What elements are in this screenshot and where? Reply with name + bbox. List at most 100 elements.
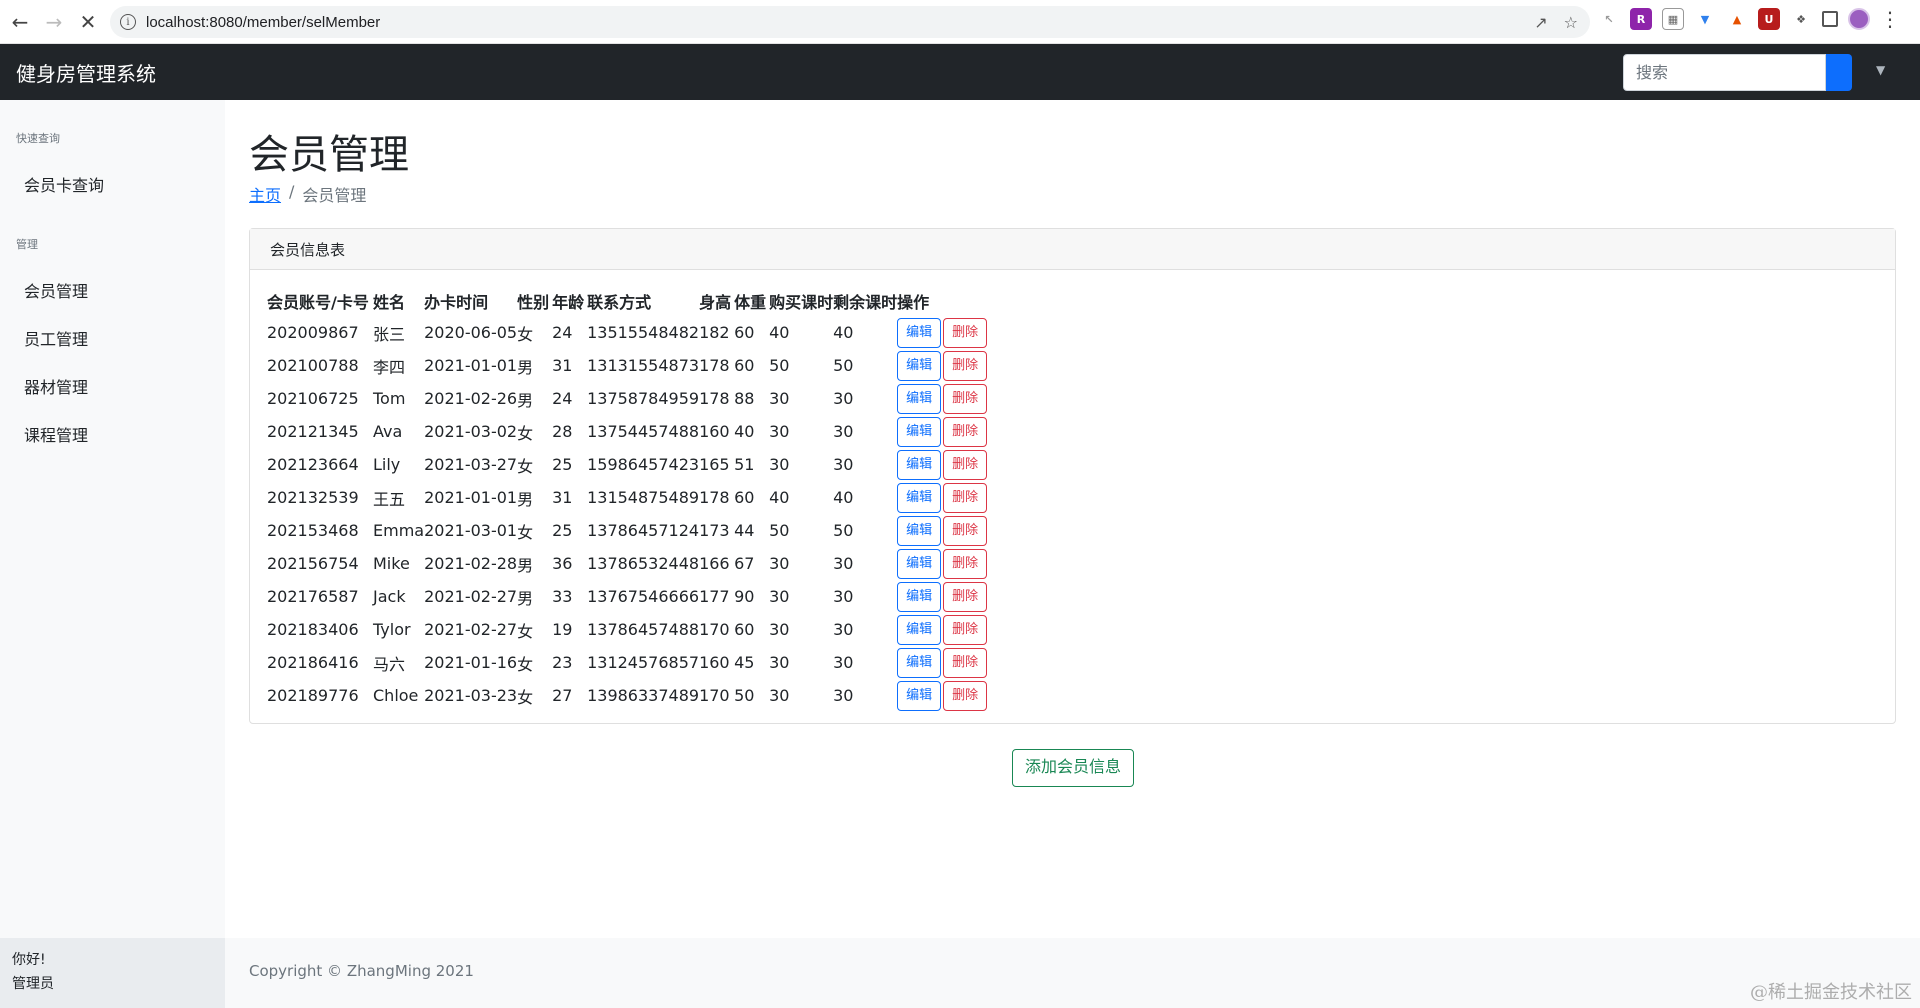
- edit-button[interactable]: 编辑: [897, 515, 942, 546]
- warning-extension-icon[interactable]: ▲: [1726, 8, 1748, 30]
- site-info-icon[interactable]: i: [120, 14, 136, 30]
- sidebar-item-equipment[interactable]: 器材管理: [24, 374, 88, 398]
- browser-menu-icon[interactable]: ⋮: [1880, 9, 1900, 29]
- table-cell: 40: [769, 488, 790, 507]
- table-cell: Tom: [373, 389, 406, 408]
- delete-button[interactable]: 删除: [943, 317, 988, 348]
- delete-button[interactable]: 删除: [943, 647, 988, 678]
- stop-loading-icon[interactable]: ✕: [74, 8, 102, 36]
- search-input[interactable]: [1623, 54, 1826, 91]
- edit-button[interactable]: 编辑: [897, 317, 942, 348]
- grid-extension-icon[interactable]: ▦: [1662, 8, 1684, 30]
- delete-button[interactable]: 删除: [943, 350, 988, 381]
- sidebar-footer: 你好! 管理员: [0, 938, 225, 1008]
- user-dropdown-caret-icon[interactable]: ▼: [1876, 63, 1885, 77]
- card-body: 会员账号/卡号 姓名 办卡时间 性别 年龄 联系方式 身高 体重 购买课时 剩余课时 操作 2020…: [250, 270, 1895, 728]
- card-header: 会员信息表: [250, 229, 1895, 270]
- edit-button[interactable]: 编辑: [897, 680, 942, 711]
- table-cell: 30: [833, 389, 854, 408]
- table-cell: 30: [769, 653, 790, 672]
- delete-button[interactable]: 删除: [943, 383, 988, 414]
- table-cell: Emma: [373, 521, 425, 540]
- table-cell: 60: [734, 620, 755, 639]
- breadcrumb-home-link[interactable]: 主页: [249, 182, 281, 206]
- edit-button[interactable]: 编辑: [897, 614, 942, 645]
- delete-button[interactable]: 删除: [943, 449, 988, 480]
- table-cell: 170: [699, 620, 730, 639]
- edit-button[interactable]: 编辑: [897, 416, 942, 447]
- table-cell: 女: [517, 687, 534, 707]
- table-cell: 30: [769, 389, 790, 408]
- purple-extension-icon[interactable]: R: [1630, 8, 1652, 30]
- delete-button[interactable]: 删除: [943, 581, 988, 612]
- actions-cell: 编辑 删除: [897, 646, 1007, 679]
- actions-cell: 编辑 删除: [897, 547, 1007, 580]
- table-cell: 13786457124: [587, 521, 700, 540]
- breadcrumb: 主页 / 会员管理: [249, 182, 366, 206]
- edit-button[interactable]: 编辑: [897, 647, 942, 678]
- table-cell: 13131554873: [587, 356, 700, 375]
- edit-button[interactable]: 编辑: [897, 482, 942, 513]
- sidebar-item-courses[interactable]: 课程管理: [24, 422, 88, 446]
- table-cell: 202132539: [267, 488, 359, 507]
- puzzle-icon[interactable]: ❖: [1790, 8, 1812, 30]
- side-panel-icon[interactable]: [1822, 11, 1838, 27]
- edit-button[interactable]: 编辑: [897, 350, 942, 381]
- table-row: 202123664 Lily 2021-03-27 女 25 15986457423 165…: [267, 448, 1007, 481]
- cursor-extension-icon[interactable]: ↖: [1598, 8, 1620, 30]
- table-row: 202132539 王五 2021-01-01 男 31 13154875489 178 60…: [267, 481, 1007, 514]
- table-cell: 178: [699, 488, 730, 507]
- delete-button[interactable]: 删除: [943, 614, 988, 645]
- table-cell: 2021-03-02: [424, 422, 518, 441]
- table-cell: 178: [699, 356, 730, 375]
- add-member-button[interactable]: 添加会员信息: [1012, 749, 1135, 787]
- column-header: 姓名: [373, 293, 406, 312]
- table-cell: 30: [833, 653, 854, 672]
- sidebar-item-card-query[interactable]: 会员卡查询: [24, 172, 104, 196]
- edit-button[interactable]: 编辑: [897, 548, 942, 579]
- shield-extension-icon[interactable]: U: [1758, 8, 1780, 30]
- actions-cell: 编辑 删除: [897, 316, 1007, 349]
- edit-button[interactable]: 编辑: [897, 383, 942, 414]
- delete-button[interactable]: 删除: [943, 482, 988, 513]
- profile-avatar[interactable]: [1848, 8, 1870, 30]
- table-cell: 2021-02-27: [424, 620, 518, 639]
- delete-button[interactable]: 删除: [943, 680, 988, 711]
- brand-title[interactable]: 健身房管理系统: [16, 58, 156, 87]
- search-button[interactable]: [1826, 54, 1852, 91]
- table-row: 202183406 Tylor 2021-02-27 女 19 13786457488 17…: [267, 613, 1007, 646]
- edit-button[interactable]: 编辑: [897, 581, 942, 612]
- delete-button[interactable]: 删除: [943, 548, 988, 579]
- table-cell: 2021-03-23: [424, 686, 518, 705]
- url-text[interactable]: localhost:8080/member/selMember: [146, 14, 380, 31]
- table-cell: 30: [833, 686, 854, 705]
- breadcrumb-current: 会员管理: [302, 186, 367, 205]
- column-header: 剩余课时: [833, 293, 898, 312]
- table-cell: 2021-02-27: [424, 587, 518, 606]
- table-cell: 165: [699, 455, 730, 474]
- table-cell: 13786532448: [587, 554, 700, 573]
- edit-button[interactable]: 编辑: [897, 449, 942, 480]
- delete-button[interactable]: 删除: [943, 416, 988, 447]
- table-cell: 45: [734, 653, 755, 672]
- column-header: 年龄: [552, 293, 585, 312]
- share-icon[interactable]: ↗: [1534, 13, 1547, 32]
- address-bar[interactable]: i localhost:8080/member/selMember ↗ ☆: [110, 6, 1590, 38]
- back-arrow-icon[interactable]: ←: [6, 8, 34, 36]
- table-row: 202106725 Tom 2021-02-26 男 24 13758784959 178 8…: [267, 382, 1007, 415]
- delete-button[interactable]: 删除: [943, 515, 988, 546]
- layers-extension-icon[interactable]: ▼: [1694, 8, 1716, 30]
- table-cell: 30: [833, 587, 854, 606]
- column-header: 联系方式: [587, 293, 652, 312]
- bookmark-star-icon[interactable]: ☆: [1564, 13, 1578, 32]
- table-cell: 王五: [373, 489, 406, 509]
- forward-arrow-icon[interactable]: →: [40, 8, 68, 36]
- sidebar-item-members[interactable]: 会员管理: [24, 278, 88, 302]
- table-cell: 张三: [373, 324, 406, 344]
- table-cell: 2021-01-01: [424, 488, 518, 507]
- table-cell: 50: [734, 686, 755, 705]
- table-cell: 50: [769, 521, 790, 540]
- actions-cell: 编辑 删除: [897, 679, 1007, 712]
- table-cell: 男: [517, 390, 534, 410]
- sidebar-item-staff[interactable]: 员工管理: [24, 326, 88, 350]
